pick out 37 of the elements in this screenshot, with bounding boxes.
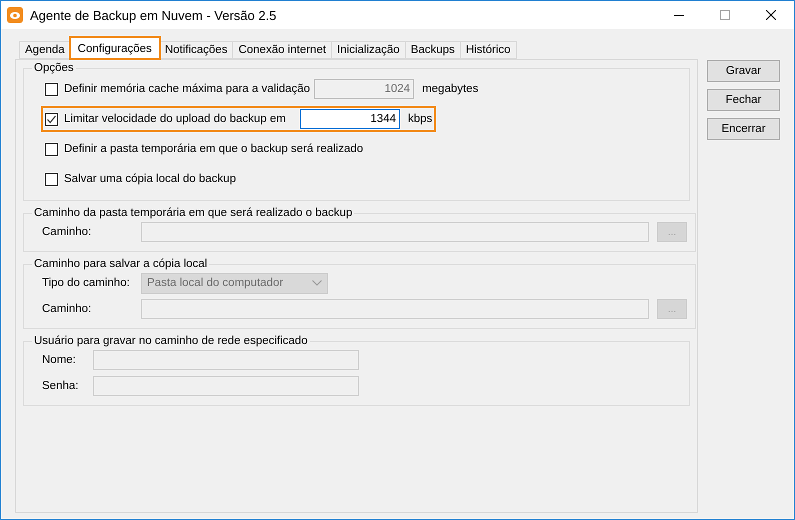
field-label: Caminho: xyxy=(41,303,92,315)
unit-label: kbps xyxy=(408,113,432,125)
checkbox[interactable] xyxy=(45,112,58,126)
checkbox[interactable] xyxy=(45,142,58,156)
tab[interactable]: Agenda xyxy=(19,41,71,59)
option-label: Salvar uma cópia local do backup xyxy=(64,173,236,185)
tab[interactable]: Histórico xyxy=(460,41,517,59)
password-field[interactable] xyxy=(93,376,359,396)
chevron-down-icon xyxy=(312,280,322,286)
tab[interactable]: Conexão internet xyxy=(232,41,332,59)
group-title: Opções xyxy=(33,62,75,74)
option-label: Limitar velocidade do upload do backup em xyxy=(64,113,287,125)
group-title: Caminho da pasta temporária em que será realizado o backup xyxy=(33,207,354,219)
action-button[interactable]: Encerrar xyxy=(707,118,780,140)
action-button[interactable]: Gravar xyxy=(707,60,780,82)
tab[interactable]: Notificações xyxy=(158,41,234,59)
field-label: Nome: xyxy=(41,354,77,366)
field-label: Senha: xyxy=(41,380,80,392)
group-title: Caminho para salvar a cópia local xyxy=(33,258,208,270)
number-field[interactable]: 1344 xyxy=(300,109,400,129)
option-label: Definir memória cache máxima para a validação xyxy=(64,83,312,95)
group-title: Usuário para gravar no caminho de rede especificado xyxy=(33,335,309,347)
action-button[interactable]: Fechar xyxy=(707,89,780,111)
option-label: Definir a pasta temporária em que o backup será realizado xyxy=(64,143,364,155)
close-icon xyxy=(766,10,776,20)
maximize-icon xyxy=(720,10,730,20)
checkbox[interactable] xyxy=(45,172,58,186)
tab[interactable]: Backups xyxy=(404,41,461,59)
field-label: Caminho: xyxy=(41,226,92,238)
app-logo-icon xyxy=(7,7,23,23)
window-title: Agente de Backup em Nuvem - Versão 2.5 xyxy=(30,8,278,22)
tab[interactable]: Inicialização xyxy=(331,41,406,59)
path-field[interactable] xyxy=(141,299,649,319)
checkbox[interactable] xyxy=(45,82,58,96)
unit-label: megabytes xyxy=(422,83,478,95)
field-label: Tipo do caminho: xyxy=(41,277,131,289)
tab[interactable]: Configurações xyxy=(70,37,160,59)
